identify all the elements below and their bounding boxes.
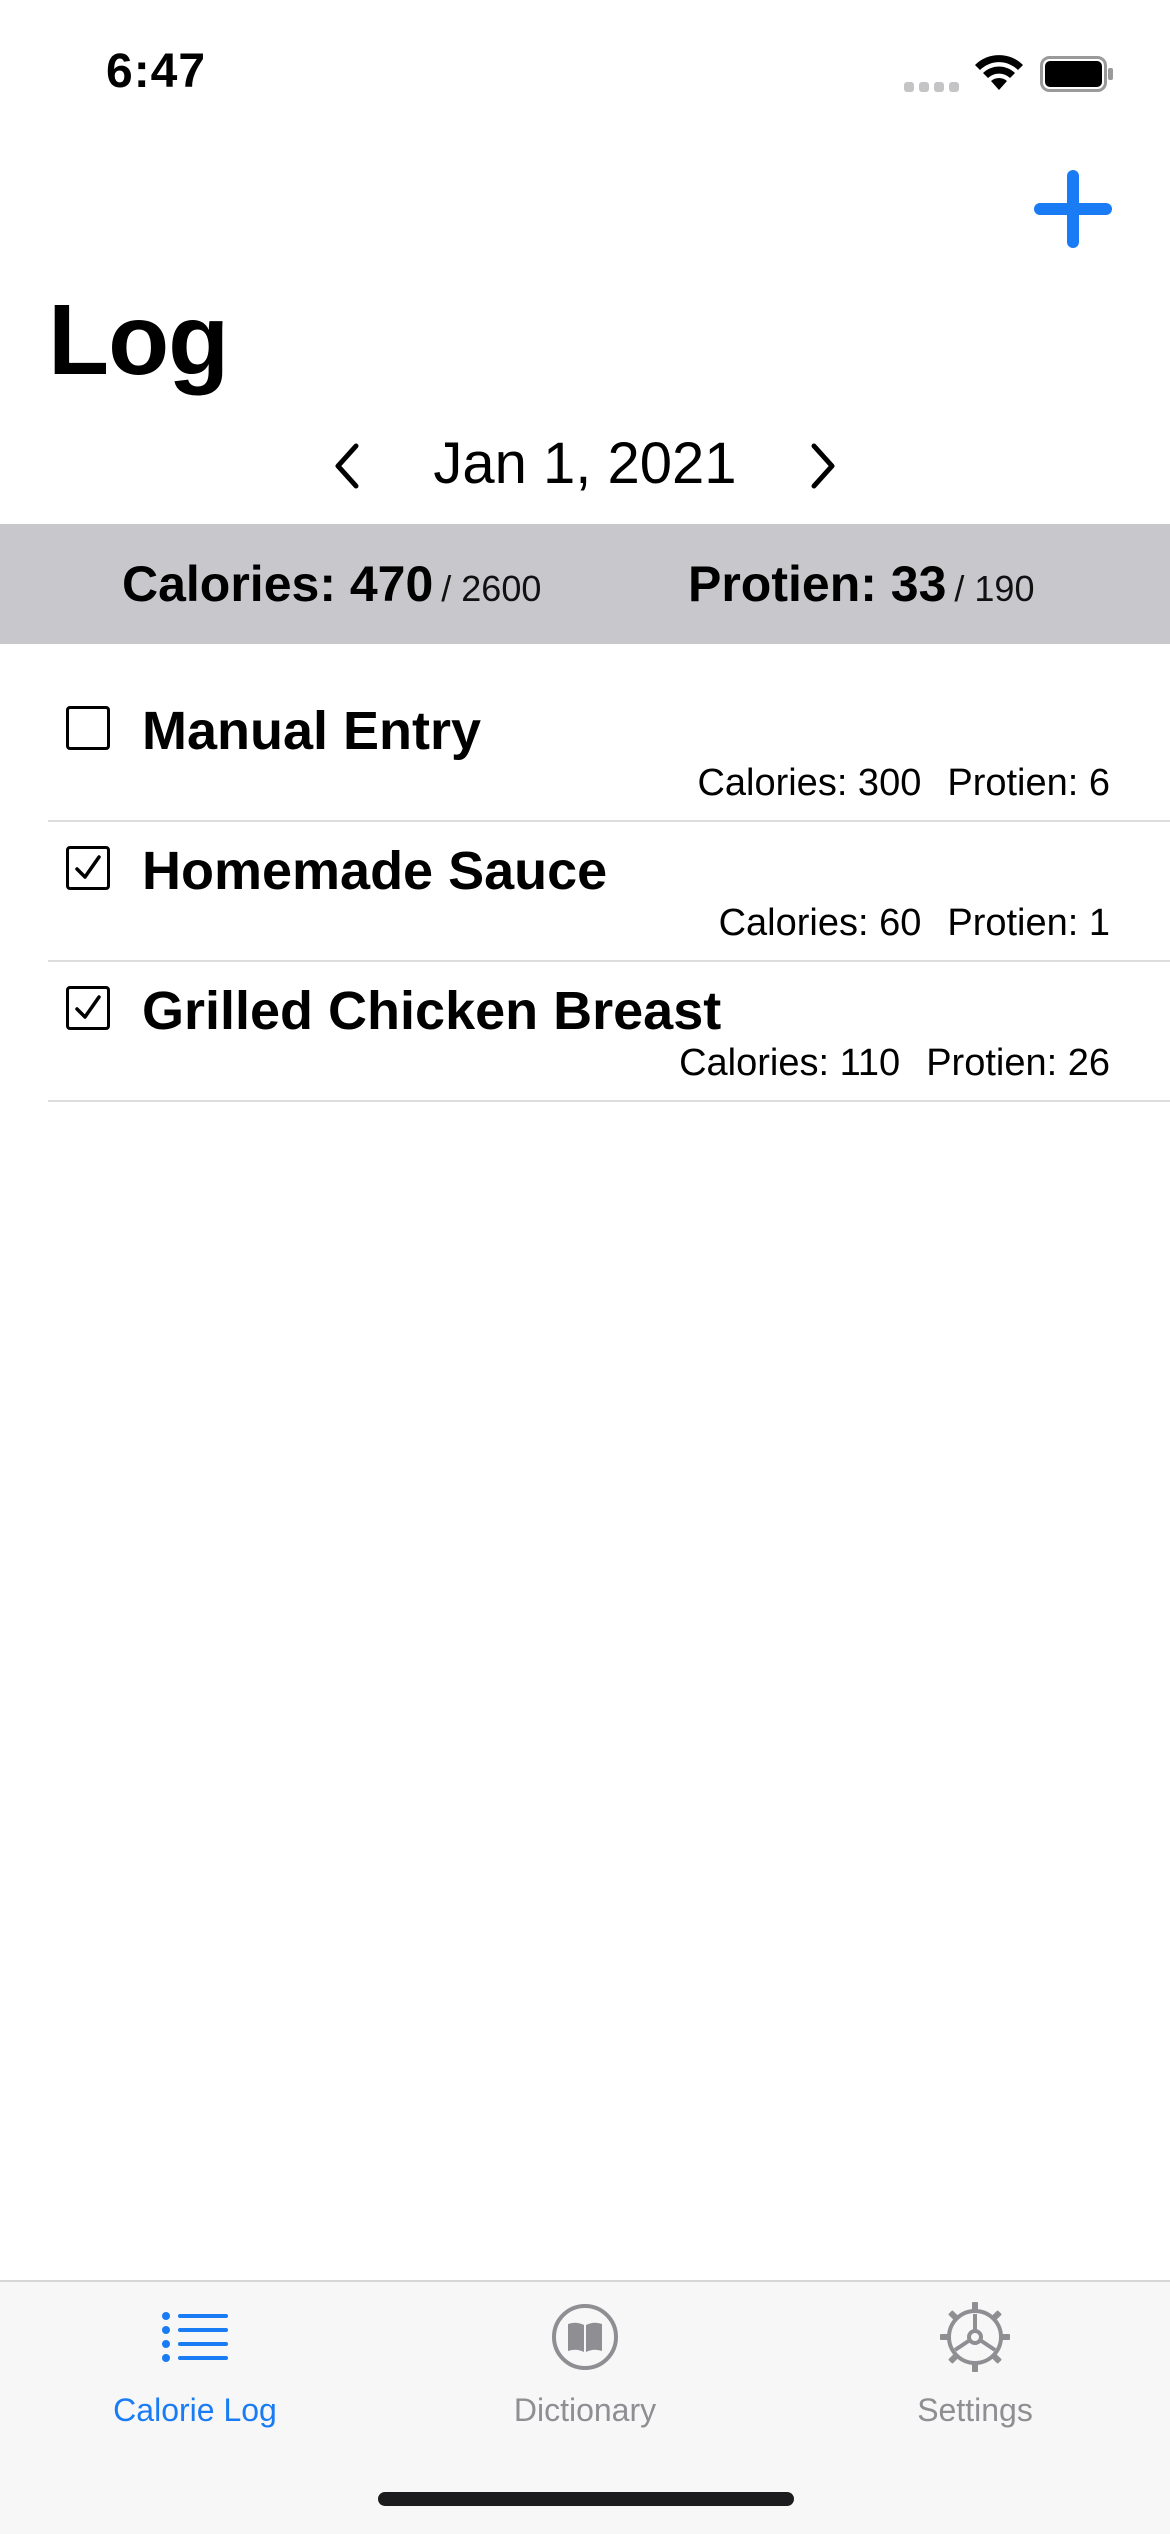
date-label: Jan 1, 2021 — [433, 431, 737, 496]
tab-dictionary[interactable]: Dictionary — [390, 2282, 780, 2452]
gear-icon — [940, 2302, 1010, 2372]
entry-protein: Protien: 26 — [926, 1042, 1110, 1084]
protein-summary: Protien: 33/ 190 — [688, 524, 1034, 644]
wifi-icon — [975, 55, 1023, 90]
entry-name: Grilled Chicken Breast — [142, 981, 722, 1041]
battery-icon — [1040, 56, 1113, 92]
entry-checkbox-checked[interactable] — [66, 986, 110, 1030]
entry-protein: Protien: 6 — [947, 762, 1110, 804]
list-bullet-icon — [162, 2312, 228, 2362]
entry-calories: Calories: 110 — [679, 1042, 901, 1084]
entry-stats: Calories: 300 Protien: 6 — [697, 762, 1110, 805]
previous-day-button[interactable] — [318, 436, 378, 496]
tab-calorie-log[interactable]: Calorie Log — [0, 2282, 390, 2452]
row-divider — [48, 1100, 1170, 1102]
entry-checkbox-checked[interactable] — [66, 846, 110, 890]
status-bar: 6:47 — [0, 0, 1170, 140]
book-circle-icon — [552, 2304, 618, 2370]
log-entry-row[interactable]: Manual Entry Calories: 300 Protien: 6 — [0, 644, 1170, 822]
cellular-signal-icon — [904, 82, 960, 94]
entry-protein: Protien: 1 — [947, 902, 1110, 944]
protein-total: Protien: 33 — [688, 556, 947, 612]
daily-summary: Calories: 470/ 2600 Protien: 33/ 190 — [0, 524, 1170, 644]
log-entry-row[interactable]: Homemade Sauce Calories: 60 Protien: 1 — [0, 822, 1170, 962]
entry-calories: Calories: 60 — [718, 902, 922, 944]
add-entry-button[interactable] — [1030, 166, 1116, 252]
entry-name: Homemade Sauce — [142, 841, 608, 901]
status-time: 6:47 — [106, 45, 207, 98]
calories-total: Calories: 470 — [122, 556, 434, 612]
tab-label: Dictionary — [513, 2392, 657, 2428]
home-indicator — [378, 2492, 794, 2506]
calories-summary: Calories: 470/ 2600 — [122, 524, 541, 644]
tab-label: Calorie Log — [113, 2392, 277, 2428]
log-entry-row[interactable]: Grilled Chicken Breast Calories: 110 Prot… — [0, 962, 1170, 1102]
checkmark-icon — [75, 855, 101, 879]
entry-stats: Calories: 110 Protien: 26 — [679, 1042, 1110, 1085]
tab-label: Settings — [917, 2392, 1033, 2428]
protein-target: / 190 — [954, 568, 1035, 609]
page-title: Log — [48, 284, 229, 396]
entry-calories: Calories: 300 — [697, 762, 922, 804]
checkmark-icon — [75, 995, 101, 1019]
tab-settings[interactable]: Settings — [780, 2282, 1170, 2452]
entry-checkbox[interactable] — [66, 706, 110, 750]
calories-target: / 2600 — [441, 568, 542, 609]
entry-name: Manual Entry — [142, 701, 482, 761]
entry-stats: Calories: 60 Protien: 1 — [719, 902, 1110, 945]
next-day-button[interactable] — [792, 436, 852, 496]
